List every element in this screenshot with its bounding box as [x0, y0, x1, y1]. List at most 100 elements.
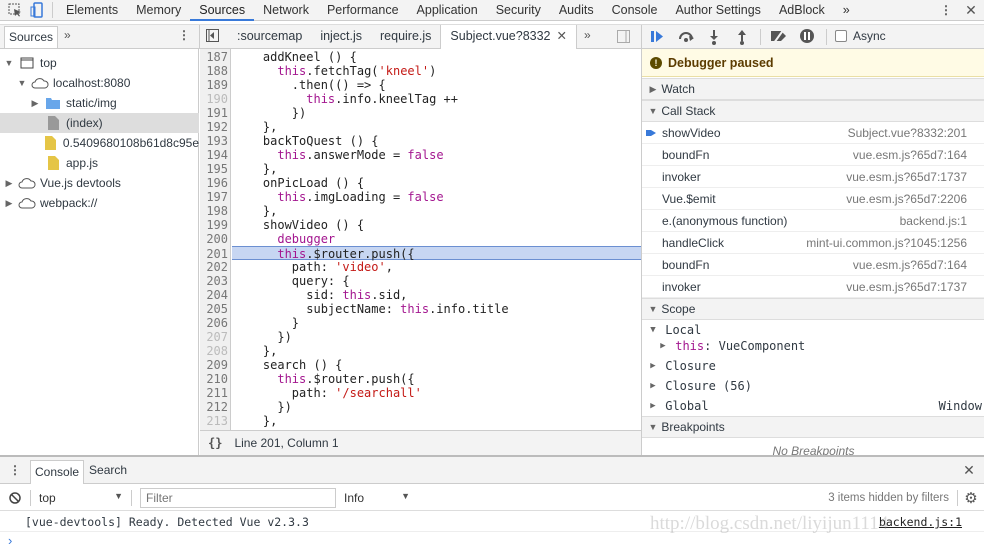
call-frame[interactable]: invoker vue.esm.js?65d7:1737: [642, 166, 984, 188]
line-number[interactable]: 206: [200, 316, 228, 330]
clear-console-icon[interactable]: [0, 492, 30, 504]
call-frame-location[interactable]: vue.esm.js?65d7:1737: [846, 280, 967, 294]
code-line[interactable]: 192 },: [200, 120, 641, 134]
code-line[interactable]: 213 },: [200, 414, 641, 428]
call-frame-location[interactable]: vue.esm.js?65d7:1737: [846, 170, 967, 184]
tab-audits[interactable]: Audits: [550, 0, 603, 21]
more-editor-tabs-icon[interactable]: »: [584, 28, 591, 42]
context-select[interactable]: top ▼: [31, 491, 131, 505]
code-line[interactable]: 194 this.answerMode = false: [200, 148, 641, 162]
code-line[interactable]: 203 query: {: [200, 274, 641, 288]
scope-closure-56[interactable]: ▶ Closure (56): [648, 377, 982, 395]
call-frame[interactable]: handleClick mint-ui.common.js?1045:1256: [642, 232, 984, 254]
code-line[interactable]: 210 this.$router.push({: [200, 372, 641, 386]
step-out-icon[interactable]: [736, 29, 748, 45]
line-number[interactable]: 209: [200, 358, 228, 372]
code-line[interactable]: 187 addKneel () {: [200, 50, 641, 64]
tab-adblock[interactable]: AdBlock: [770, 0, 834, 21]
close-tab-icon[interactable]: ✕: [557, 25, 567, 49]
tab-security[interactable]: Security: [487, 0, 550, 21]
scope-global[interactable]: ▶ Global Window: [648, 397, 982, 415]
call-frame[interactable]: Vue.$emit vue.esm.js?65d7:2206: [642, 188, 984, 210]
async-checkbox[interactable]: Async: [835, 29, 886, 43]
line-number[interactable]: 197: [200, 190, 228, 204]
step-over-icon[interactable]: [677, 29, 695, 43]
code-editor[interactable]: 187 addKneel () {188 this.fetchTag('knee…: [200, 49, 641, 430]
console-filter-input[interactable]: [140, 488, 336, 508]
code-line[interactable]: 209 search () {: [200, 358, 641, 372]
log-level-select[interactable]: Info ▼: [336, 491, 416, 505]
code-line[interactable]: 200 debugger: [200, 232, 641, 246]
collapse-arrow-icon[interactable]: ▼: [17, 73, 27, 93]
device-toolbar-icon[interactable]: [26, 2, 48, 18]
line-number[interactable]: 196: [200, 176, 228, 190]
tree-item[interactable]: ▶ webpack://: [0, 193, 199, 213]
execution-line[interactable]: 201 this.$router.push({: [200, 246, 641, 261]
code-line[interactable]: 196 onPicLoad () {: [200, 176, 641, 190]
close-drawer-icon[interactable]: ✕: [954, 462, 984, 479]
call-frame[interactable]: e.(anonymous function) backend.js:1: [642, 210, 984, 232]
line-number[interactable]: 210: [200, 372, 228, 386]
tab-sources[interactable]: Sources: [190, 0, 255, 21]
tab-navigator-sources[interactable]: Sources: [4, 26, 59, 48]
deactivate-breakpoints-icon[interactable]: [770, 29, 788, 43]
watch-section-header[interactable]: ▶ Watch: [642, 78, 984, 100]
tree-item[interactable]: ▼ localhost:8080: [0, 73, 199, 93]
code-line[interactable]: 188 this.fetchTag('kneel'): [200, 64, 641, 78]
code-line[interactable]: 208 },: [200, 344, 641, 358]
kebab-menu-icon[interactable]: ⋮: [934, 3, 958, 17]
line-number[interactable]: 189: [200, 78, 228, 92]
call-frame-location[interactable]: vue.esm.js?65d7:2206: [846, 192, 967, 206]
code-line[interactable]: 195 },: [200, 162, 641, 176]
line-number[interactable]: 200: [200, 232, 228, 246]
code-line[interactable]: 211 path: '/searchall': [200, 386, 641, 400]
code-line[interactable]: 191 }): [200, 106, 641, 120]
line-number[interactable]: 193: [200, 134, 228, 148]
code-line[interactable]: 205 subjectName: this.info.title: [200, 302, 641, 316]
code-line[interactable]: 212 }): [200, 400, 641, 414]
line-number[interactable]: 208: [200, 344, 228, 358]
call-frame-location[interactable]: backend.js:1: [900, 214, 967, 228]
tree-item[interactable]: (index): [0, 113, 199, 133]
line-number[interactable]: 202: [200, 260, 228, 274]
tab-application[interactable]: Application: [408, 0, 487, 21]
tree-item[interactable]: ▼ top: [0, 53, 199, 73]
resume-icon[interactable]: [650, 29, 666, 45]
close-devtools-icon[interactable]: ✕: [958, 2, 984, 19]
tab-console[interactable]: Console: [603, 0, 667, 21]
code-line[interactable]: 204 sid: this.sid,: [200, 288, 641, 302]
call-frame[interactable]: showVideo Subject.vue?8332:201: [642, 122, 984, 144]
line-number[interactable]: 195: [200, 162, 228, 176]
navigator-menu-icon[interactable]: ⋮: [178, 28, 190, 42]
line-number[interactable]: 201: [200, 247, 228, 261]
pretty-print-button[interactable]: {}: [208, 436, 222, 450]
call-frame[interactable]: invoker vue.esm.js?65d7:1737: [642, 276, 984, 298]
scope-section-header[interactable]: ▼ Scope: [642, 298, 984, 320]
tab-console[interactable]: Console: [30, 459, 85, 484]
breakpoints-section-header[interactable]: ▼ Breakpoints: [642, 416, 984, 438]
line-number[interactable]: 188: [200, 64, 228, 78]
tree-item[interactable]: ▶ Vue.js devtools: [0, 173, 199, 193]
line-number[interactable]: 198: [200, 204, 228, 218]
line-number[interactable]: 203: [200, 274, 228, 288]
tab-search[interactable]: Search: [84, 463, 132, 477]
line-number[interactable]: 199: [200, 218, 228, 232]
collapse-arrow-icon[interactable]: ▼: [4, 53, 14, 73]
console-message-source-link[interactable]: backend.js:1: [879, 515, 962, 529]
call-frame[interactable]: boundFn vue.esm.js?65d7:164: [642, 144, 984, 166]
call-frame[interactable]: boundFn vue.esm.js?65d7:164: [642, 254, 984, 276]
call-stack-section-header[interactable]: ▼ Call Stack: [642, 100, 984, 122]
step-into-icon[interactable]: [708, 29, 720, 45]
line-number[interactable]: 192: [200, 120, 228, 134]
tree-item[interactable]: ▶ static/img: [0, 93, 199, 113]
line-number[interactable]: 211: [200, 386, 228, 400]
scope-this[interactable]: ▶ this: VueComponent: [658, 337, 984, 355]
more-navigator-tabs-icon[interactable]: »: [64, 28, 71, 42]
code-line[interactable]: 189 .then(() => {: [200, 78, 641, 92]
toggle-debugger-sidebar-icon[interactable]: [617, 30, 630, 43]
editor-tab[interactable]: require.js: [371, 25, 440, 49]
expand-arrow-icon[interactable]: ▶: [4, 193, 14, 213]
drawer-menu-icon[interactable]: ⋮: [0, 463, 30, 477]
code-line[interactable]: 198 },: [200, 204, 641, 218]
inspect-element-icon[interactable]: [4, 3, 26, 17]
